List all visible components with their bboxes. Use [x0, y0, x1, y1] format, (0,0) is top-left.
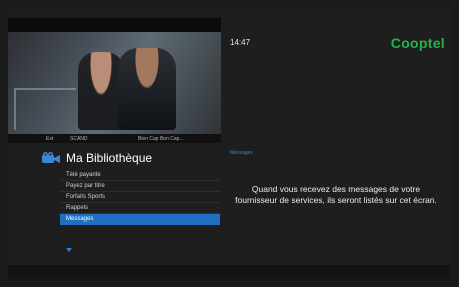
menu-item-messages[interactable]: Messages: [60, 214, 220, 225]
menu-item-payez-par-titre[interactable]: Payez par titre: [60, 181, 220, 192]
tv-screen: Ext SCAND Bien Cap Bon Cap... Ma Bibliot…: [8, 8, 451, 279]
section-label: Messages: [230, 150, 253, 156]
library-title: Ma Bibliothèque: [66, 151, 153, 165]
epg-channel: Ext: [46, 136, 54, 142]
menu-item-tele-payante[interactable]: Télé payante: [60, 170, 220, 181]
epg-time: SCAND: [70, 136, 88, 142]
film-camera-icon: [42, 152, 60, 163]
menu-item-forfaits-sports[interactable]: Forfaits Sports: [60, 192, 220, 203]
preview-scene-person: [118, 48, 176, 130]
epg-program: Bien Cap Bon Cap...: [138, 136, 184, 142]
library-menu: Télé payante Payez par titre Forfaits Sp…: [60, 170, 220, 225]
preview-epg-strip: Ext SCAND Bien Cap Bon Cap...: [8, 134, 221, 143]
provider-logo: Cooptel: [390, 35, 445, 51]
clock: 14:47: [230, 38, 251, 47]
empty-messages-notice: Quand vous recevez des messages de votre…: [235, 184, 437, 205]
menu-item-rappels[interactable]: Rappels: [60, 203, 220, 214]
scroll-down-arrow-icon[interactable]: [66, 248, 72, 252]
live-tv-preview[interactable]: [8, 18, 221, 134]
preview-letterbox: [8, 18, 221, 32]
bottom-bar: [8, 265, 451, 279]
preview-scene-railing: [14, 88, 76, 130]
